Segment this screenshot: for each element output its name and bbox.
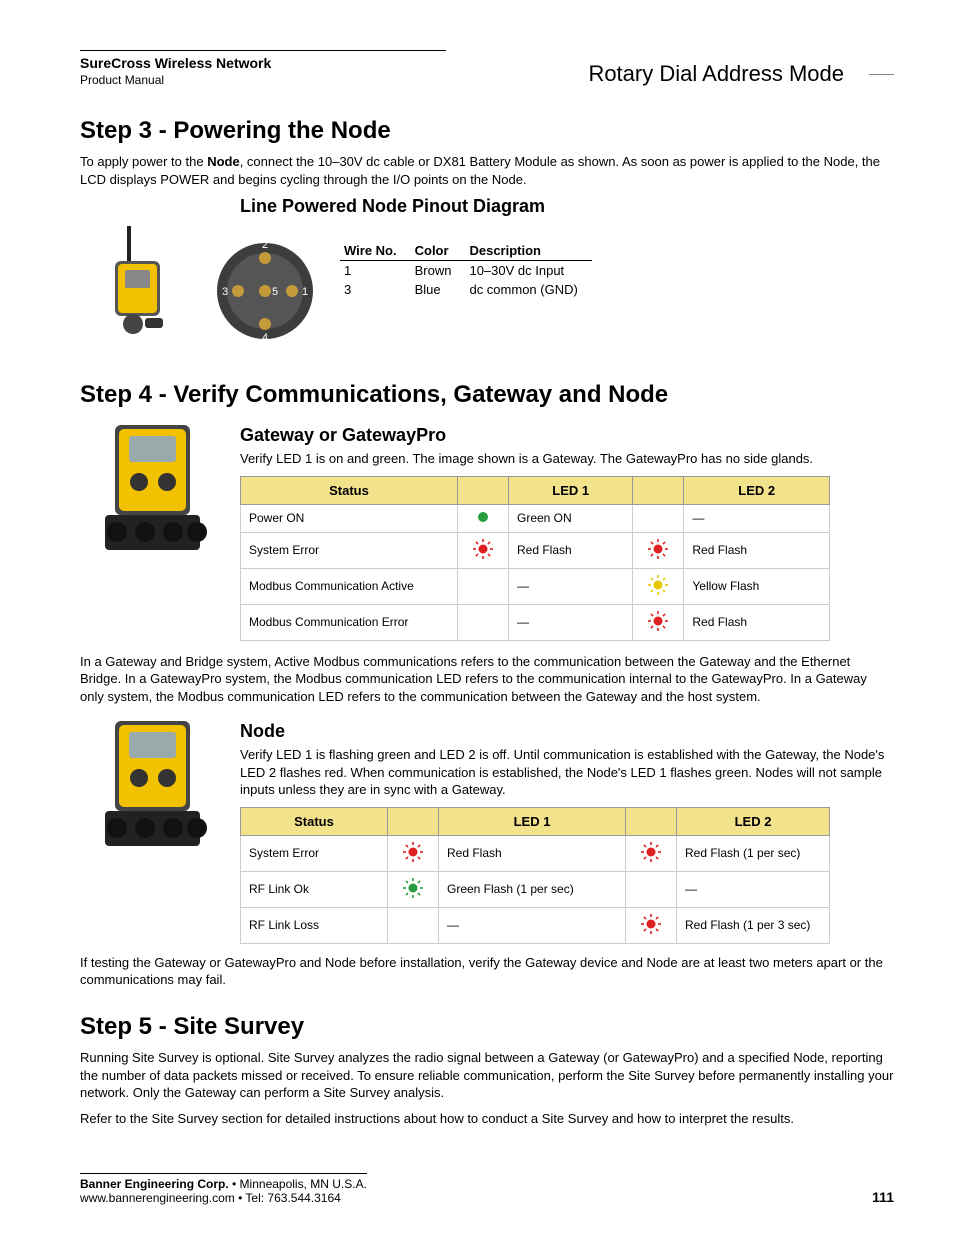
table-row: RF Link Ok Green Flash (1 per sec) — bbox=[241, 871, 830, 907]
step4-heading: Step 4 - Verify Communications, Gateway … bbox=[80, 381, 894, 409]
connector-pinout-diagram: 2 4 3 1 5 bbox=[210, 221, 320, 361]
node-device-image bbox=[80, 221, 190, 361]
page-footer: Banner Engineering Corp. • Minneapolis, … bbox=[80, 1173, 894, 1205]
table-row: System Error Red Flash Red Flash bbox=[241, 532, 830, 568]
node-led-table: Status LED 1 LED 2 System Error Red Flas… bbox=[240, 807, 830, 944]
node-heading: Node bbox=[240, 721, 894, 742]
table-row: Modbus Communication Active — Yellow Fla… bbox=[241, 568, 830, 604]
col-color: Color bbox=[411, 241, 466, 261]
gateway-heading: Gateway or GatewayPro bbox=[240, 425, 894, 446]
led-icon bbox=[458, 532, 509, 568]
svg-text:1: 1 bbox=[302, 286, 308, 298]
table-row: 1 Brown 10–30V dc Input bbox=[340, 261, 592, 281]
led-icon bbox=[633, 604, 684, 640]
doc-type: Product Manual bbox=[80, 73, 446, 87]
step3-intro: To apply power to the Node, connect the … bbox=[80, 153, 894, 188]
table-row: RF Link Loss — Red Flash (1 per 3 sec) bbox=[241, 907, 830, 943]
table-row: System Error Red Flash Red Flash (1 per … bbox=[241, 835, 830, 871]
product-line: SureCross Wireless Network bbox=[80, 55, 446, 71]
node-note: If testing the Gateway or GatewayPro and… bbox=[80, 954, 894, 989]
gateway-device-image bbox=[80, 417, 220, 572]
node-device-image-2 bbox=[80, 713, 220, 868]
led-icon bbox=[626, 907, 677, 943]
led-icon bbox=[626, 871, 677, 907]
led-icon bbox=[633, 532, 684, 568]
step5-p1: Running Site Survey is optional. Site Su… bbox=[80, 1049, 894, 1102]
led-icon bbox=[633, 568, 684, 604]
page-number: 111 bbox=[872, 1189, 894, 1205]
page-header: SureCross Wireless Network Product Manua… bbox=[80, 50, 894, 87]
svg-text:3: 3 bbox=[222, 286, 228, 298]
table-row: Power ON Green ON — bbox=[241, 504, 830, 532]
col-wire: Wire No. bbox=[340, 241, 411, 261]
gateway-intro: Verify LED 1 is on and green. The image … bbox=[240, 450, 894, 468]
led-icon bbox=[458, 504, 509, 532]
svg-text:4: 4 bbox=[262, 332, 268, 344]
step5-heading: Step 5 - Site Survey bbox=[80, 1013, 894, 1041]
led-icon bbox=[633, 504, 684, 532]
section-title: Rotary Dial Address Mode bbox=[588, 61, 894, 87]
pinout-heading: Line Powered Node Pinout Diagram bbox=[240, 196, 894, 217]
table-row: Modbus Communication Error — Red Flash bbox=[241, 604, 830, 640]
led-icon bbox=[626, 835, 677, 871]
step5-p2: Refer to the Site Survey section for det… bbox=[80, 1110, 894, 1128]
gateway-led-table: Status LED 1 LED 2 Power ON Green ON — S… bbox=[240, 476, 830, 641]
table-row: 3 Blue dc common (GND) bbox=[340, 280, 592, 299]
node-intro: Verify LED 1 is flashing green and LED 2… bbox=[240, 746, 894, 799]
gateway-note: In a Gateway and Bridge system, Active M… bbox=[80, 653, 894, 706]
pinout-table: Wire No. Color Description 1 Brown 10–30… bbox=[340, 241, 592, 299]
led-icon bbox=[458, 604, 509, 640]
step3-heading: Step 3 - Powering the Node bbox=[80, 117, 894, 145]
led-icon bbox=[388, 835, 439, 871]
svg-text:5: 5 bbox=[272, 286, 278, 298]
led-icon bbox=[458, 568, 509, 604]
led-icon bbox=[388, 871, 439, 907]
led-icon bbox=[388, 907, 439, 943]
col-desc: Description bbox=[465, 241, 591, 261]
svg-text:2: 2 bbox=[262, 239, 268, 251]
